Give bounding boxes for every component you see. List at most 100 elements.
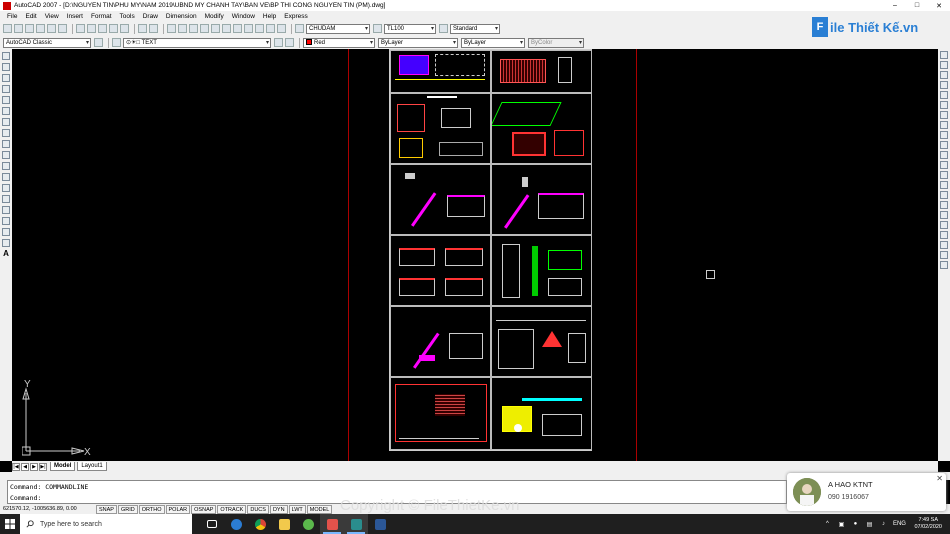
- tab-next-button[interactable]: ▶: [30, 462, 38, 471]
- model-toggle[interactable]: MODEL: [306, 504, 333, 514]
- drawing-sheet[interactable]: [390, 164, 491, 235]
- otrack-toggle[interactable]: OTRACK: [217, 504, 247, 514]
- cut-icon[interactable]: [76, 24, 85, 33]
- edge-app[interactable]: [224, 514, 248, 534]
- taskbar-clock[interactable]: 7:49 SA 07/02/2020: [914, 517, 942, 531]
- menu-view[interactable]: View: [41, 13, 63, 20]
- snap-toggle[interactable]: SNAP: [96, 504, 117, 514]
- region-icon[interactable]: [2, 228, 10, 236]
- print-preview-icon[interactable]: [47, 24, 56, 33]
- maximize-button[interactable]: □: [906, 0, 928, 11]
- explode-icon[interactable]: [940, 211, 948, 219]
- linetype-select[interactable]: ByLayer: [378, 37, 458, 48]
- gradient-icon[interactable]: [2, 217, 10, 225]
- drawing-sheet[interactable]: [390, 50, 491, 93]
- calculator-icon[interactable]: [266, 24, 275, 33]
- undo-icon[interactable]: [138, 24, 147, 33]
- erase-icon[interactable]: [940, 51, 948, 59]
- ortho-toggle[interactable]: ORTHO: [138, 504, 165, 514]
- menu-express[interactable]: Express: [280, 13, 311, 20]
- break-at-point-icon[interactable]: [940, 161, 948, 169]
- tab-prev-button[interactable]: ◀: [21, 462, 29, 471]
- drawing-sheet[interactable]: [491, 50, 592, 93]
- menu-insert[interactable]: Insert: [63, 13, 87, 20]
- drawing-sheet[interactable]: [491, 164, 592, 235]
- tray-status-icon[interactable]: ●: [850, 521, 860, 527]
- help-icon[interactable]: [277, 24, 286, 33]
- osnap-toggle[interactable]: OSNAP: [191, 504, 217, 514]
- ellipse-arc-icon[interactable]: [2, 162, 10, 170]
- point-icon[interactable]: [2, 195, 10, 203]
- ducs-toggle[interactable]: DUCS: [247, 504, 269, 514]
- copy-icon[interactable]: [87, 24, 96, 33]
- paste-icon[interactable]: [98, 24, 107, 33]
- make-current-layer-icon[interactable]: [274, 38, 283, 47]
- match-properties-icon[interactable]: [109, 24, 118, 33]
- drawing-canvas[interactable]: Y X: [12, 49, 938, 461]
- save-icon[interactable]: [25, 24, 34, 33]
- network-icon[interactable]: ▤: [864, 521, 874, 528]
- make-block-icon[interactable]: [2, 184, 10, 192]
- circle-icon[interactable]: [2, 118, 10, 126]
- polygon-icon[interactable]: [2, 85, 10, 93]
- tab-last-button[interactable]: ▶|: [39, 462, 47, 471]
- print-icon[interactable]: [36, 24, 45, 33]
- rectangle-icon[interactable]: [2, 96, 10, 104]
- extend-icon[interactable]: [940, 151, 948, 159]
- menu-draw[interactable]: Draw: [139, 13, 162, 20]
- layer-select[interactable]: ⊙☀□ TEXT: [123, 37, 271, 48]
- properties-icon[interactable]: [211, 24, 220, 33]
- taskbar-search-box[interactable]: Type here to search: [20, 514, 192, 534]
- tab-layout1[interactable]: Layout1: [77, 462, 107, 471]
- line-icon[interactable]: [2, 52, 10, 60]
- construction-line-icon[interactable]: [2, 63, 10, 71]
- autocad-app[interactable]: [344, 514, 368, 534]
- plotstyle-select[interactable]: ByColor: [528, 37, 584, 48]
- command-window-grip[interactable]: [0, 480, 7, 504]
- insert-block-icon[interactable]: [2, 173, 10, 181]
- open-icon[interactable]: [14, 24, 23, 33]
- tray-app-icon[interactable]: ▣: [836, 521, 846, 528]
- drawing-sheet[interactable]: [390, 93, 491, 164]
- scale-icon[interactable]: [940, 121, 948, 129]
- chamfer-icon[interactable]: [940, 191, 948, 199]
- dimension-aligned-icon[interactable]: [940, 231, 948, 239]
- tab-model[interactable]: Model: [50, 462, 76, 471]
- fillet-icon[interactable]: [940, 201, 948, 209]
- text-style-select[interactable]: CHUDAM: [306, 23, 370, 34]
- lineweight-select[interactable]: ByLayer: [461, 37, 525, 48]
- contact-close-icon[interactable]: ✕: [936, 474, 943, 483]
- polar-toggle[interactable]: POLAR: [165, 504, 191, 514]
- chrome-app[interactable]: [248, 514, 272, 534]
- publish-icon[interactable]: [58, 24, 67, 33]
- drawing-sheet[interactable]: [491, 93, 592, 164]
- menu-tools[interactable]: Tools: [116, 13, 139, 20]
- sheet-set-icon[interactable]: [244, 24, 253, 33]
- grid-toggle[interactable]: GRID: [117, 504, 138, 514]
- offset-icon[interactable]: [940, 81, 948, 89]
- dimension-radius-icon[interactable]: [940, 241, 948, 249]
- menu-dimension[interactable]: Dimension: [162, 13, 201, 20]
- zoom-previous-icon[interactable]: [200, 24, 209, 33]
- drawing-sheet[interactable]: [390, 235, 491, 306]
- layer-previous-icon[interactable]: [285, 38, 294, 47]
- array-icon[interactable]: [940, 91, 948, 99]
- quick-dimension-icon[interactable]: [940, 261, 948, 269]
- menu-file[interactable]: File: [3, 13, 21, 20]
- table-icon[interactable]: [2, 239, 10, 247]
- drawing-sheets-stack[interactable]: [389, 49, 592, 451]
- menu-edit[interactable]: Edit: [21, 13, 40, 20]
- trim-icon[interactable]: [940, 141, 948, 149]
- word-app[interactable]: [368, 514, 392, 534]
- join-icon[interactable]: [940, 181, 948, 189]
- table-style-select[interactable]: Standard: [450, 23, 500, 34]
- copy-object-icon[interactable]: [940, 61, 948, 69]
- rotate-icon[interactable]: [940, 111, 948, 119]
- move-icon[interactable]: [940, 101, 948, 109]
- revision-cloud-icon[interactable]: [2, 129, 10, 137]
- multiline-text-icon[interactable]: A: [2, 250, 10, 258]
- drawing-sheet[interactable]: [491, 377, 592, 450]
- coccoc-app[interactable]: [296, 514, 320, 534]
- lwt-toggle[interactable]: LWT: [288, 504, 306, 514]
- markup-icon[interactable]: [255, 24, 264, 33]
